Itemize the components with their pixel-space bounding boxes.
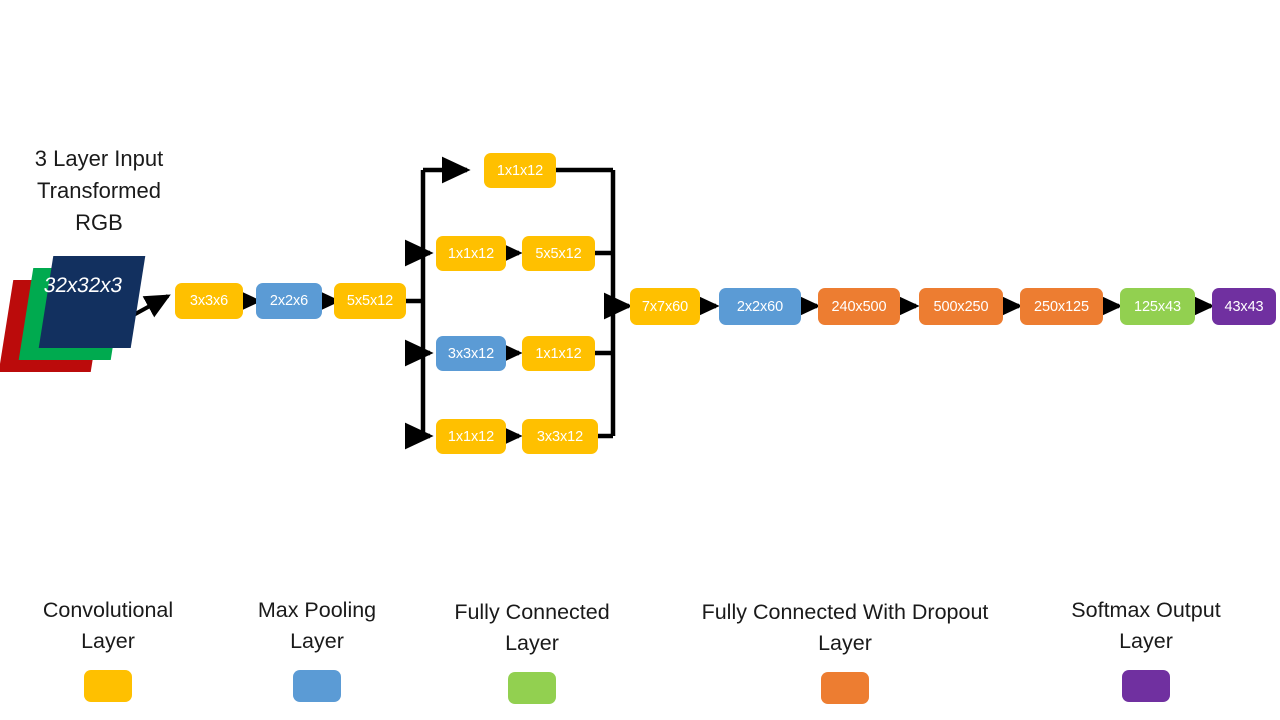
- branch2-node-conv-1x1x12[interactable]: 1x1x12: [436, 236, 506, 271]
- layer-node-dropout-500x250[interactable]: 500x250: [919, 288, 1003, 325]
- layer-node-dropout-240x500[interactable]: 240x500: [818, 288, 900, 325]
- legend-item-fully-connected-with-dropout-layer: Fully Connected With Dropout Layer: [665, 597, 1025, 704]
- branch3-node-pool-3x3x12[interactable]: 3x3x12: [436, 336, 506, 371]
- legend-swatch-fc: [508, 672, 556, 704]
- legend-item-softmax-output-layer: Softmax Output Layer: [1040, 595, 1252, 702]
- layer-node-dropout-250x125[interactable]: 250x125: [1020, 288, 1103, 325]
- legend-label-line-2: Layer: [818, 631, 872, 655]
- edge-branch-internal: [493, 239, 523, 450]
- legend-label-line-1: Max Pooling: [257, 598, 377, 622]
- input-image-stack: 32x32x3: [0, 250, 160, 380]
- page-title-line-2: Transformed: [37, 178, 161, 203]
- layer-node-softmax-43x43[interactable]: 43x43: [1212, 288, 1276, 325]
- legend-swatch-softmax: [1122, 670, 1170, 702]
- branch4-node-conv-1x1x12[interactable]: 1x1x12: [436, 419, 506, 454]
- layer-node-conv-5x5x12[interactable]: 5x5x12: [334, 283, 406, 319]
- branch1-node-conv-1x1x12[interactable]: 1x1x12: [484, 153, 556, 188]
- page-title-line-3: RGB: [75, 210, 123, 235]
- layer-node-pool-2x2x6[interactable]: 2x2x6: [256, 283, 322, 319]
- legend-item-max-pooling-layer: Max Pooling Layer: [225, 595, 409, 702]
- legend-label-line-1: Convolutional: [42, 598, 174, 622]
- input-shape-label: 32x32x3: [42, 274, 124, 297]
- legend-label-line-1: Fully Connected With Dropout: [701, 600, 989, 624]
- legend-item-convolutional-layer: Convolutional Layer: [8, 595, 208, 702]
- legend-label-line-1: Softmax Output: [1071, 598, 1221, 622]
- page-title: 3 Layer Input Transformed RGB: [13, 143, 185, 239]
- legend-item-fully-connected-layer: Fully Connected Layer: [438, 597, 626, 704]
- layer-node-conv-3x3x6[interactable]: 3x3x6: [175, 283, 243, 319]
- layer-node-conv-7x7x60[interactable]: 7x7x60: [630, 288, 700, 325]
- edge-fanout-bus: [404, 156, 471, 450]
- legend-swatch-conv: [84, 670, 132, 702]
- legend-label-line-2: Layer: [81, 629, 135, 653]
- legend-label-line-2: Layer: [290, 629, 344, 653]
- branch3-node-conv-1x1x12[interactable]: 1x1x12: [522, 336, 595, 371]
- legend-swatch-pool: [293, 670, 341, 702]
- branch4-node-conv-3x3x12[interactable]: 3x3x12: [522, 419, 598, 454]
- legend-label-line-2: Layer: [1119, 629, 1173, 653]
- input-channel-blue-plane: [38, 256, 146, 348]
- legend-swatch-dropout: [821, 672, 869, 704]
- legend-label-line-2: Layer: [505, 631, 559, 655]
- edge-concat-bus: [556, 167, 633, 439]
- legend-label-line-1: Fully Connected: [454, 600, 610, 624]
- layer-node-pool-2x2x60[interactable]: 2x2x60: [719, 288, 801, 325]
- page-title-line-1: 3 Layer Input: [34, 146, 164, 171]
- layer-node-fc-125x43[interactable]: 125x43: [1120, 288, 1195, 325]
- branch2-node-conv-5x5x12[interactable]: 5x5x12: [522, 236, 595, 271]
